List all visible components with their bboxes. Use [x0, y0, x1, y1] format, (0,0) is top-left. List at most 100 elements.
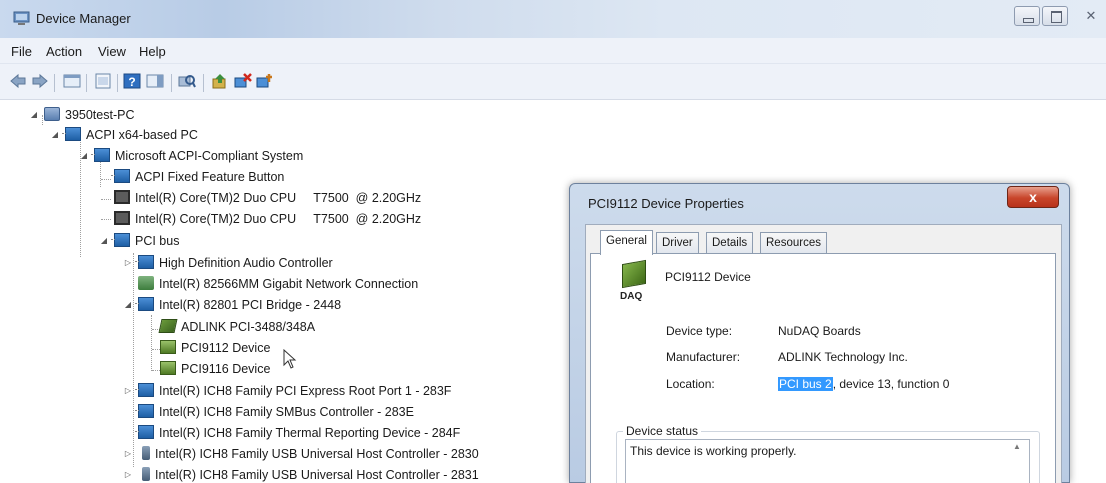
collapse-arrow-icon[interactable]: ◢ — [78, 146, 90, 166]
system-board-icon — [135, 404, 154, 418]
system-board-icon — [62, 127, 81, 141]
tree-item-pci-bridge[interactable]: ◢ Intel(R) 82801 PCI Bridge - 2448 — [125, 295, 342, 315]
menu-action[interactable]: Action — [46, 44, 82, 59]
usb-icon — [142, 446, 150, 460]
tree-item-cpu[interactable]: Intel(R) Core(TM)2 Duo CPU T7500 @ 2.20G… — [114, 188, 421, 208]
device-status-label: Device status — [623, 424, 702, 438]
tree-item-acpi-button[interactable]: ACPI Fixed Feature Button — [111, 167, 285, 187]
expand-arrow-icon[interactable]: ▷ — [122, 381, 134, 401]
device-type-value: NuDAQ Boards — [778, 324, 861, 338]
computer-icon — [44, 107, 60, 121]
daq-card-icon — [160, 340, 176, 354]
tree-item-thermal[interactable]: Intel(R) ICH8 Family Thermal Reporting D… — [135, 423, 461, 443]
tree-item-adlink-3488[interactable]: ADLINK PCI-3488/348A — [158, 317, 316, 337]
tree-item-acpi-system[interactable]: ◢ Microsoft ACPI-Compliant System — [81, 146, 303, 166]
toolbar-separator — [171, 74, 172, 92]
tree-item-computer[interactable]: ◢ 3950test-PC — [31, 105, 135, 125]
tree-item-pci-bus[interactable]: ◢ PCI bus — [101, 231, 179, 251]
tree-item-usb-2831[interactable]: ▷ Intel(R) ICH8 Family USB Universal Hos… — [125, 465, 479, 483]
tree-item-network[interactable]: Intel(R) 82566MM Gigabit Network Connect… — [138, 274, 418, 294]
menu-bar: File Action View Help — [0, 38, 1106, 64]
tree-item-label: Intel(R) ICH8 Family USB Universal Host … — [155, 468, 479, 482]
tree-item-label: Intel(R) ICH8 Family Thermal Reporting D… — [159, 426, 461, 440]
action-pane-icon[interactable] — [146, 73, 164, 89]
tree-connector — [133, 253, 134, 467]
tree-item-label: Intel(R) Core(TM)2 Duo CPU T7500 @ 2.20G… — [135, 212, 422, 226]
properties-icon[interactable] — [94, 73, 112, 89]
manufacturer-value: ADLINK Technology Inc. — [778, 350, 908, 364]
disable-device-icon[interactable] — [256, 73, 274, 89]
system-board-icon — [135, 383, 154, 397]
menu-file[interactable]: File — [11, 44, 32, 59]
tab-general[interactable]: General — [600, 230, 653, 255]
tree-item-label: Intel(R) ICH8 Family USB Universal Host … — [155, 447, 479, 461]
tree-connector — [42, 115, 43, 125]
processor-icon — [114, 190, 130, 204]
forward-arrow-icon[interactable] — [31, 73, 49, 89]
system-board-icon — [111, 233, 130, 247]
svg-text:?: ? — [128, 75, 135, 89]
tab-details[interactable]: Details — [706, 232, 754, 254]
tree-item-label: ACPI Fixed Feature Button — [135, 170, 285, 184]
toolbar-separator — [117, 74, 118, 92]
tree-connector — [101, 219, 111, 220]
tree-item-cpu[interactable]: Intel(R) Core(TM)2 Duo CPU T7500 @ 2.20G… — [114, 209, 421, 229]
collapse-arrow-icon[interactable]: ◢ — [49, 125, 61, 145]
usb-icon — [142, 467, 150, 481]
device-status-text: This device is working properly. — [630, 444, 797, 458]
update-driver-icon[interactable] — [211, 73, 229, 89]
expand-arrow-icon[interactable]: ▷ — [122, 444, 134, 464]
toolbar-separator — [54, 74, 55, 92]
tree-item-acpi-pc[interactable]: ◢ ACPI x64-based PC — [52, 125, 198, 145]
title-bar: Device Manager ✕ — [0, 0, 1106, 38]
tab-resources[interactable]: Resources — [760, 232, 827, 254]
tree-item-label: 3950test-PC — [65, 108, 135, 122]
manufacturer-label: Manufacturer: — [666, 350, 741, 364]
tree-item-label: PCI9112 Device — [181, 341, 271, 355]
collapse-arrow-icon[interactable]: ◢ — [28, 105, 40, 125]
scroll-up-arrow-icon[interactable]: ▲ — [1011, 442, 1023, 451]
tree-item-label: Intel(R) ICH8 Family PCI Express Root Po… — [159, 384, 452, 398]
tree-item-label: Intel(R) ICH8 Family SMBus Controller - … — [159, 405, 414, 419]
location-selected-text[interactable]: PCI bus 2 — [778, 377, 833, 391]
tree-item-label: High Definition Audio Controller — [159, 256, 333, 270]
tree-item-hd-audio[interactable]: ▷ High Definition Audio Controller — [125, 253, 333, 273]
collapse-arrow-icon[interactable]: ◢ — [98, 231, 110, 251]
expand-arrow-icon[interactable]: ▷ — [122, 253, 134, 273]
dialog-close-button[interactable]: x — [1007, 186, 1059, 208]
system-board-icon — [135, 255, 154, 269]
close-button[interactable]: ✕ — [1076, 6, 1106, 26]
scan-hardware-icon[interactable] — [178, 73, 196, 89]
mouse-cursor-icon — [283, 349, 297, 369]
help-icon[interactable]: ? — [123, 73, 141, 89]
tree-item-label: Intel(R) 82566MM Gigabit Network Connect… — [159, 277, 419, 291]
tree-item-label: ADLINK PCI-3488/348A — [181, 320, 316, 334]
back-arrow-icon[interactable] — [9, 73, 27, 89]
tree-item-smbus[interactable]: Intel(R) ICH8 Family SMBus Controller - … — [135, 402, 414, 422]
daq-icon-label: DAQ — [620, 291, 643, 302]
show-hide-console-icon[interactable] — [63, 73, 81, 89]
minimize-button[interactable] — [1014, 6, 1040, 26]
system-board-icon — [111, 169, 130, 183]
system-board-icon — [91, 148, 110, 162]
tree-item-label: Intel(R) 82801 PCI Bridge - 2448 — [159, 298, 342, 312]
expand-arrow-icon[interactable]: ▷ — [122, 465, 134, 483]
tree-item-pci9112[interactable]: PCI9112 Device — [160, 338, 270, 358]
tree-item-pcie-root[interactable]: ▷ Intel(R) ICH8 Family PCI Express Root … — [125, 381, 452, 401]
menu-view[interactable]: View — [98, 44, 126, 59]
uninstall-device-icon[interactable] — [234, 73, 252, 89]
daq-card-icon — [160, 361, 176, 375]
maximize-button[interactable] — [1042, 6, 1068, 26]
network-adapter-icon — [138, 276, 154, 290]
tree-item-label: Intel(R) Core(TM)2 Duo CPU T7500 @ 2.20G… — [135, 191, 422, 205]
menu-help[interactable]: Help — [139, 44, 166, 59]
tree-connector — [101, 179, 111, 180]
tree-item-pci9116[interactable]: PCI9116 Device — [160, 359, 270, 379]
tab-driver[interactable]: Driver — [656, 232, 699, 254]
location-value[interactable]: PCI bus 2, device 13, function 0 — [778, 377, 949, 391]
device-properties-dialog: PCI9112 Device Properties x General Driv… — [569, 183, 1070, 483]
device-manager-icon — [13, 11, 30, 25]
collapse-arrow-icon[interactable]: ◢ — [122, 295, 134, 315]
tree-connector — [151, 315, 152, 371]
tree-item-usb-2830[interactable]: ▷ Intel(R) ICH8 Family USB Universal Hos… — [125, 444, 479, 464]
